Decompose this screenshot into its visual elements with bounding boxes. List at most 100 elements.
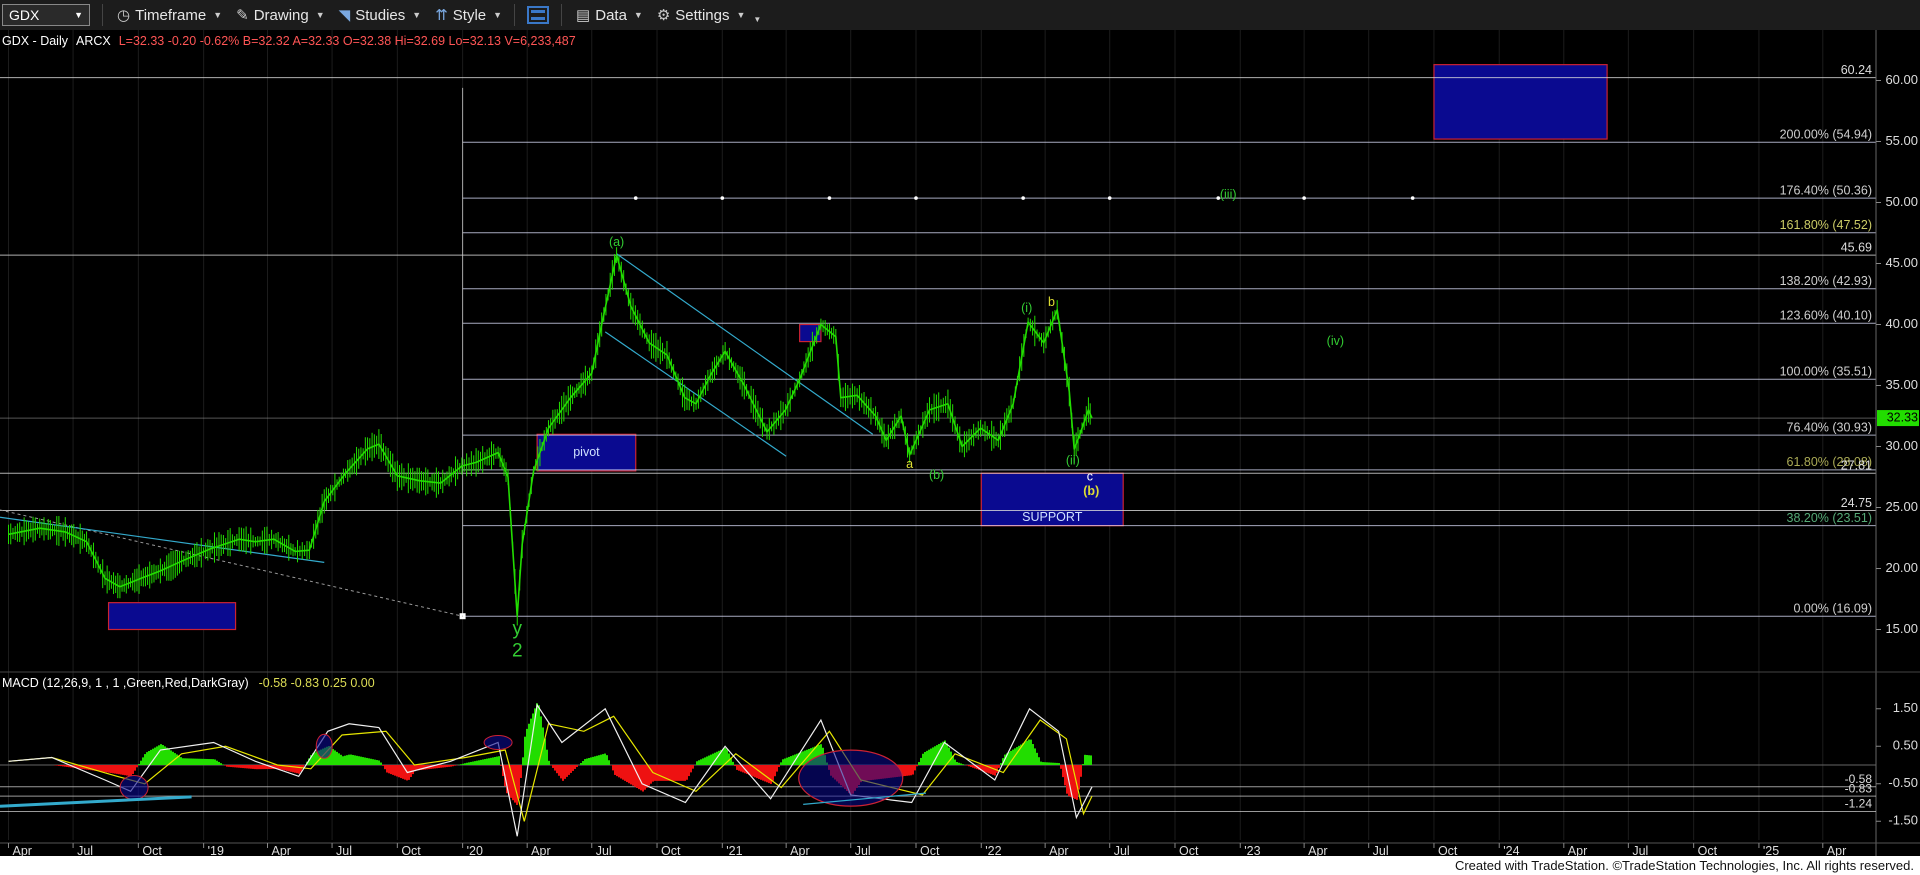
macd-histogram-bar [222, 764, 224, 765]
macd-histogram-bar [218, 761, 220, 765]
price-tick-label: 30.00 [1885, 438, 1918, 453]
macd-histogram-bar [166, 747, 168, 765]
macd-histogram-bar [954, 759, 956, 765]
macd-histogram-bar [496, 756, 498, 765]
macd-histogram-bar [584, 759, 586, 765]
timeframe-label: Timeframe [135, 6, 207, 24]
macd-histogram-bar [790, 756, 792, 765]
macd-histogram-bar [568, 765, 570, 775]
macd-title: MACD (12,26,9, 1 , 1 ,Green,Red,DarkGray… [2, 676, 375, 690]
drawing-menu[interactable]: ✎ Drawing ▼ [236, 6, 325, 25]
macd-histogram-bar [234, 765, 236, 768]
macd-histogram-bar [354, 755, 356, 765]
time-tick-label: Apr [531, 844, 550, 856]
macd-histogram-bar [680, 765, 682, 781]
macd-histogram-bar [1078, 765, 1080, 790]
macd-histogram-bar [518, 765, 520, 799]
macd-histogram-bar [520, 765, 522, 778]
macd-histogram-bar [232, 765, 234, 768]
wave-label: (i) [1021, 301, 1032, 315]
time-tick-label: '22 [985, 844, 1001, 856]
macd-histogram-bar [1034, 748, 1036, 765]
bar-chart-icon: ▤ [576, 7, 591, 24]
macd-highlight-ellipse [315, 733, 333, 759]
macd-histogram-bar [972, 765, 974, 768]
macd-histogram-bar [338, 753, 340, 765]
macd-histogram-bar [390, 765, 392, 775]
projection-marker [1410, 196, 1415, 200]
macd-histogram-bar [116, 765, 118, 774]
macd-histogram-bar [122, 765, 124, 775]
data-menu[interactable]: ▤ Data ▼ [576, 6, 643, 25]
macd-histogram-bar [468, 762, 470, 765]
macd-histogram-bar [1080, 765, 1082, 777]
macd-histogram-bar [646, 765, 648, 788]
time-tick-label: Oct [1698, 844, 1718, 856]
macd-histogram-bar [970, 765, 972, 767]
layout-icon[interactable] [527, 6, 550, 24]
macd-histogram-bar [368, 758, 370, 765]
macd-histogram-bar [524, 736, 526, 765]
macd-histogram-bar [392, 765, 394, 775]
macd-histogram-bar [632, 765, 634, 786]
time-tick-label: Apr [271, 844, 290, 856]
macd-histogram-bar [194, 758, 196, 765]
macd-histogram-bar [566, 765, 568, 777]
macd-histogram-bar [132, 765, 134, 774]
macd-histogram-bar [630, 765, 632, 785]
chevron-down-icon: ▼ [213, 10, 223, 20]
macd-histogram-bar [602, 754, 604, 765]
timeframe-menu[interactable]: ◷ Timeframe ▼ [117, 6, 223, 25]
chevron-down-icon: ▼ [736, 10, 746, 20]
macd-histogram-bar [294, 765, 296, 773]
macd-histogram-bar [296, 765, 298, 774]
style-menu[interactable]: ⇈ Style ▼ [435, 6, 502, 25]
macd-histogram-bar [558, 765, 560, 776]
projection-marker [827, 196, 832, 200]
zone-box [107, 602, 237, 631]
macd-histogram-bar [56, 765, 58, 766]
price-chart[interactable]: pivot SUPPORT 200.00% (54.94) 176.40% (50.… [0, 30, 1920, 856]
macd-histogram-bar [242, 765, 244, 769]
macd-histogram-bar [210, 759, 212, 765]
macd-histogram-bar [736, 765, 738, 770]
wave-label: y [512, 619, 522, 640]
macd-histogram-bar [492, 757, 494, 765]
macd-histogram-bar [350, 754, 352, 765]
macd-histogram-bar [500, 765, 502, 766]
macd-histogram-bar [962, 764, 964, 765]
projection-marker [914, 196, 918, 200]
price-tick-label: 45.00 [1885, 255, 1918, 270]
macd-histogram-bar [1016, 747, 1018, 765]
clock-icon: ◷ [117, 7, 131, 24]
settings-menu[interactable]: ⚙ Settings ▼ ▼ [656, 6, 762, 25]
macd-histogram-bar [924, 752, 926, 765]
wave-label: (iii) [1220, 187, 1237, 201]
macd-histogram-bar [162, 745, 164, 765]
macd-histogram-bar [750, 765, 752, 776]
macd-histogram-bar [656, 765, 658, 781]
macd-histogram-bar [412, 765, 414, 775]
overflow-icon: ▼ [753, 14, 762, 24]
macd-histogram-bar [246, 765, 248, 769]
macd-histogram-bar [1054, 762, 1056, 765]
macd-histogram-bar [344, 755, 346, 765]
macd-histogram-bar [940, 742, 942, 765]
settings-label: Settings [675, 6, 730, 24]
macd-histogram-bar [448, 765, 450, 767]
time-tick-label: Apr [1568, 844, 1587, 856]
gear-icon: ⚙ [656, 7, 671, 24]
studies-menu[interactable]: ◥ Studies ▼ [339, 6, 422, 25]
macd-histogram-bar [642, 765, 644, 792]
wave-label: (iv) [1327, 334, 1344, 348]
macd-histogram-bar [668, 765, 670, 781]
macd-histogram-bar [776, 765, 778, 772]
macd-histogram-bar [136, 765, 138, 768]
macd-histogram-bar [1044, 762, 1046, 765]
macd-histogram-bar [608, 760, 610, 765]
macd-histogram-bar [472, 761, 474, 765]
symbol-selector[interactable]: GDX ▼ [2, 4, 90, 26]
macd-histogram-bar [260, 765, 262, 770]
wave-label: (b) [929, 468, 944, 482]
macd-histogram-bar [66, 765, 68, 767]
